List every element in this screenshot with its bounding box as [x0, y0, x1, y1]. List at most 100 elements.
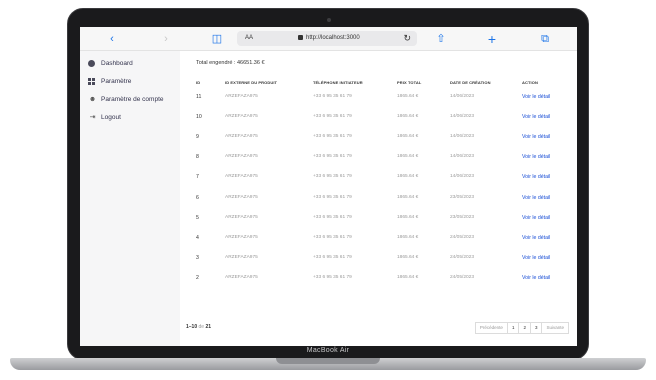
- plus-icon[interactable]: +: [485, 31, 499, 47]
- cell-date: 14/06/2023: [450, 174, 475, 180]
- total-count: 21: [205, 324, 212, 330]
- table-row: 3 ARZEFAZA975 +33 6 95 35 61 79 1865.64 € 24…: [180, 254, 577, 274]
- view-detail-link[interactable]: Voir le détail: [522, 133, 550, 141]
- cell-external-id: ARZEFAZA975: [225, 194, 258, 200]
- cell-price: 1865.64 €: [397, 154, 419, 160]
- cell-id: 8: [196, 154, 199, 161]
- cell-phone: +33 6 95 35 61 79: [313, 254, 352, 260]
- sidebar-item-label: Logout: [101, 113, 121, 121]
- prev-page-button[interactable]: Précédente: [474, 322, 508, 334]
- cell-id: 6: [196, 194, 199, 201]
- view-detail-link[interactable]: Voir le détail: [522, 113, 550, 121]
- cell-id: 5: [196, 214, 199, 221]
- cell-phone: +33 6 95 35 61 79: [313, 94, 352, 99]
- cell-date: 14/06/2023: [450, 134, 475, 140]
- cell-id: 2: [196, 274, 199, 281]
- back-icon[interactable]: ‹: [106, 31, 118, 47]
- cell-date: 23/05/2023: [450, 194, 475, 200]
- sidebar-item-label: Dashboard: [101, 59, 133, 67]
- laptop-notch: [276, 358, 380, 364]
- cell-date: 24/05/2023: [450, 274, 475, 280]
- cell-price: 1865.64 €: [397, 114, 419, 120]
- cell-external-id: ARZEFAZA975: [225, 174, 258, 180]
- pie-chart-icon: [88, 59, 95, 67]
- cell-external-id: ARZEFAZA975: [225, 134, 258, 140]
- cell-phone: +33 6 95 35 61 79: [313, 154, 352, 160]
- pagination-count: 1–10 de 21: [186, 324, 211, 330]
- table-row: 2 ARZEFAZA975 +33 6 95 35 61 79 1865.64 € 24…: [180, 274, 577, 294]
- cell-date: 14/06/2023: [450, 154, 475, 160]
- browser-toolbar: ‹ › ◫ AA http://localhost:3000 ↻ ⇧ + ⧉: [80, 27, 577, 51]
- cell-external-id: ARZEFAZA975: [225, 214, 258, 220]
- cell-external-id: ARZEFAZA975: [225, 274, 258, 280]
- users-icon: ☻: [88, 95, 97, 103]
- table-row: 4 ARZEFAZA975 +33 6 95 35 61 79 1865.64 € 24…: [180, 234, 577, 254]
- table-row: 11 ARZEFAZA975 +33 6 95 35 61 79 1865.64 € 1…: [180, 93, 577, 113]
- cell-price: 1865.64 €: [397, 134, 419, 140]
- cell-date: 24/05/2023: [450, 254, 475, 260]
- view-detail-link[interactable]: Voir le détail: [522, 254, 550, 262]
- cell-date: 24/05/2023: [450, 234, 475, 240]
- cell-id: 10: [196, 114, 202, 121]
- cell-phone: +33 6 95 35 61 79: [313, 194, 352, 200]
- cell-date: 14/06/2023: [450, 94, 475, 99]
- of-label: de: [198, 324, 205, 330]
- view-detail-link[interactable]: Voir le détail: [522, 194, 550, 202]
- column-header-id: ID: [196, 80, 201, 85]
- total-revenue: Total engendré : 46651.36 €: [196, 60, 265, 66]
- cell-price: 1865.64 €: [397, 214, 419, 220]
- cell-external-id: ARZEFAZA975: [225, 254, 258, 260]
- camera: [327, 18, 331, 22]
- share-icon[interactable]: ⇧: [434, 31, 448, 47]
- book-icon[interactable]: ◫: [210, 31, 224, 47]
- cell-price: 1865.64 €: [397, 274, 419, 280]
- cell-date: 23/05/2023: [450, 214, 475, 220]
- view-detail-link[interactable]: Voir le détail: [522, 234, 550, 242]
- forward-icon[interactable]: ›: [160, 31, 172, 47]
- reload-icon[interactable]: ↻: [403, 31, 411, 46]
- table-row: 6 ARZEFAZA975 +33 6 95 35 61 79 1865.64 € 23…: [180, 194, 577, 214]
- view-detail-link[interactable]: Voir le détail: [522, 93, 550, 101]
- cell-id: 9: [196, 134, 199, 141]
- tabs-icon[interactable]: ⧉: [538, 31, 552, 47]
- cell-id: 4: [196, 234, 199, 241]
- sidebar: Dashboard Paramètre ☻ Paramètre de compt…: [80, 51, 180, 346]
- sidebar-item-label: Paramètre: [101, 77, 132, 85]
- sidebar-item-parametre[interactable]: Paramètre: [88, 75, 131, 87]
- reader-aa-button[interactable]: AA: [245, 31, 253, 46]
- lock-icon: [298, 35, 303, 40]
- cell-external-id: ARZEFAZA975: [225, 154, 258, 160]
- cell-phone: +33 6 95 35 61 79: [313, 214, 352, 220]
- main-content: Total engendré : 46651.36 € ID ID EXTERN…: [180, 51, 577, 346]
- sidebar-item-dashboard[interactable]: Dashboard: [88, 57, 133, 69]
- cell-phone: +33 6 95 35 61 79: [313, 114, 352, 120]
- cell-external-id: ARZEFAZA975: [225, 94, 258, 99]
- sidebar-item-parametre-compte[interactable]: ☻ Paramètre de compte: [88, 93, 164, 105]
- view-detail-link[interactable]: Voir le détail: [522, 274, 550, 282]
- pagination: Précédente 1 2 3 Suivante: [474, 322, 569, 334]
- url-text[interactable]: http://localhost:3000: [306, 31, 360, 46]
- cell-id: 7: [196, 174, 199, 181]
- view-detail-link[interactable]: Voir le détail: [522, 173, 550, 181]
- grid-icon: [88, 77, 95, 85]
- column-header-phone: TÉLÉPHONE INITIATEUR: [313, 80, 363, 85]
- cell-id: 3: [196, 254, 199, 261]
- cell-external-id: ARZEFAZA975: [225, 114, 258, 120]
- column-header-external-id: ID EXTERNE DU PRODUIT: [225, 80, 278, 85]
- view-detail-link[interactable]: Voir le détail: [522, 153, 550, 161]
- next-page-button[interactable]: Suivante: [541, 322, 569, 334]
- table-row: 5 ARZEFAZA975 +33 6 95 35 61 79 1865.64 € 23…: [180, 214, 577, 234]
- cell-external-id: ARZEFAZA975: [225, 234, 258, 240]
- cell-phone: +33 6 95 35 61 79: [313, 174, 352, 180]
- cell-price: 1865.64 €: [397, 94, 419, 99]
- laptop-screen: ‹ › ◫ AA http://localhost:3000 ↻ ⇧ + ⧉ D…: [80, 27, 577, 346]
- table-row: 7 ARZEFAZA975 +33 6 95 35 61 79 1865.64 € 14…: [180, 173, 577, 193]
- address-bar[interactable]: AA http://localhost:3000 ↻: [237, 31, 417, 46]
- cell-id: 11: [196, 94, 202, 100]
- column-header-price: PRIX TOTAL: [397, 80, 422, 85]
- cell-price: 1865.64 €: [397, 234, 419, 240]
- table-row: 10 ARZEFAZA975 +33 6 95 35 61 79 1865.64 € 1…: [180, 113, 577, 133]
- view-detail-link[interactable]: Voir le détail: [522, 214, 550, 222]
- sidebar-item-logout[interactable]: ⇥ Logout: [88, 111, 121, 123]
- cell-phone: +33 6 95 35 61 79: [313, 234, 352, 240]
